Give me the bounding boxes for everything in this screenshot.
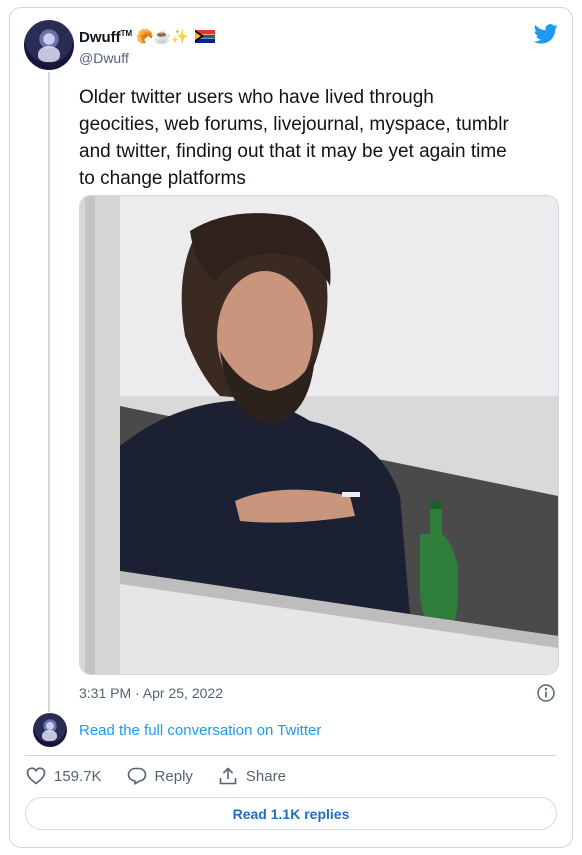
share-label: Share [245, 767, 286, 785]
tweet-timestamp[interactable]: 3:31 PM · Apr 25, 2022 [79, 685, 223, 701]
heart-icon [26, 767, 46, 785]
name-emojis: 🥐☕✨ [136, 28, 189, 44]
divider [25, 755, 557, 756]
tweet-text: Older twitter users who have lived throu… [79, 87, 509, 189]
read-full-conversation-link[interactable]: Read the full conversation on Twitter [79, 722, 321, 739]
twitter-bird-icon[interactable] [534, 24, 558, 44]
south-africa-flag-icon [194, 29, 215, 43]
display-name-text: Dwuff [79, 29, 121, 46]
author-avatar[interactable] [24, 20, 74, 70]
reply-icon [127, 767, 146, 785]
share-button[interactable]: Share [218, 767, 286, 785]
author-block[interactable]: DwuffTM 🥐☕✨ @Dwuff [79, 25, 215, 67]
author-handle[interactable]: @Dwuff [79, 49, 215, 67]
like-count: 159.7K [54, 767, 102, 785]
display-name[interactable]: DwuffTM 🥐☕✨ [79, 25, 215, 47]
info-icon[interactable] [536, 683, 556, 703]
photo-man-smoking-on-balcony [80, 196, 558, 674]
share-icon [219, 767, 237, 785]
action-bar: 159.7K Reply Share [26, 767, 311, 785]
reply-label: Reply [154, 767, 193, 785]
trademark-sign: TM [120, 29, 133, 38]
read-replies-button[interactable]: Read 1.1K replies [25, 797, 557, 830]
tweet-photo[interactable] [79, 195, 559, 675]
like-button[interactable]: 159.7K [26, 767, 102, 785]
thread-line [48, 72, 50, 712]
conversation-avatar [33, 713, 67, 747]
reply-button[interactable]: Reply [127, 767, 193, 785]
read-replies-label: Read 1.1K replies [232, 805, 350, 822]
